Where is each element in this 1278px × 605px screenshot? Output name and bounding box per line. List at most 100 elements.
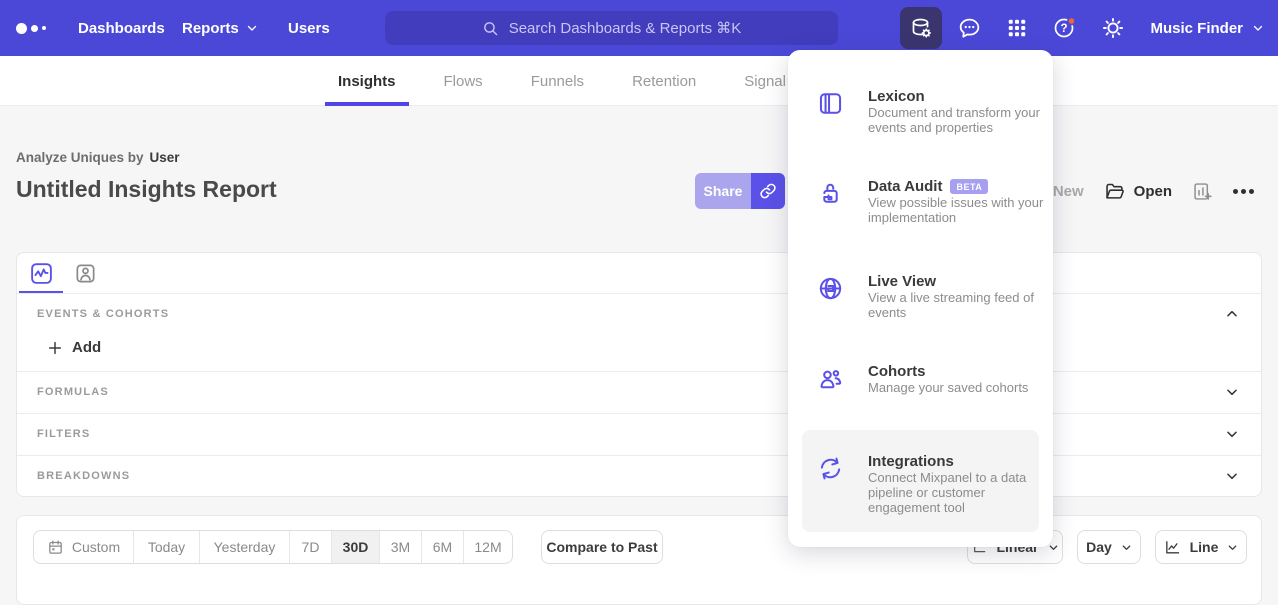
section-label: FILTERS bbox=[37, 428, 90, 440]
range-30d[interactable]: 30D bbox=[332, 531, 380, 563]
tab-flows[interactable]: Flows bbox=[431, 56, 496, 106]
data-apps-dropdown: Lexicon Document and transform your even… bbox=[788, 50, 1053, 547]
lexicon-book-icon bbox=[817, 90, 844, 117]
help-icon: ? bbox=[1052, 15, 1078, 41]
tab-insights-label: Insights bbox=[338, 73, 396, 90]
section-label: EVENTS & COHORTS bbox=[37, 308, 169, 320]
range-custom-label: Custom bbox=[72, 539, 120, 555]
nav-dashboards-label: Dashboards bbox=[78, 20, 165, 37]
open-label: Open bbox=[1134, 183, 1172, 200]
menu-item-title: Cohorts bbox=[868, 363, 926, 380]
range-custom[interactable]: Custom bbox=[34, 531, 134, 563]
line-chart-icon bbox=[1164, 539, 1181, 556]
menu-item-lexicon[interactable]: Lexicon Document and transform your even… bbox=[788, 88, 1053, 168]
range-6m[interactable]: 6M bbox=[422, 531, 464, 563]
tab-insights[interactable]: Insights bbox=[325, 56, 409, 106]
tab-flows-label: Flows bbox=[444, 73, 483, 90]
tab-retention[interactable]: Retention bbox=[619, 56, 709, 106]
date-range-segmented-control: Custom Today Yesterday 7D 30D 3M 6M 12M bbox=[33, 530, 513, 564]
chevron-down-icon bbox=[1252, 22, 1264, 34]
interval-label: Day bbox=[1086, 539, 1112, 555]
range-yesterday[interactable]: Yesterday bbox=[200, 531, 290, 563]
range-7d-label: 7D bbox=[302, 539, 320, 555]
chevron-up-icon bbox=[1225, 307, 1239, 321]
settings-button[interactable] bbox=[1092, 7, 1134, 49]
report-subtitle: Analyze Uniques byUser bbox=[16, 150, 180, 165]
share-button[interactable]: Share bbox=[695, 173, 751, 209]
database-gear-icon bbox=[909, 16, 933, 40]
tab-retention-label: Retention bbox=[632, 73, 696, 90]
menu-item-title: Lexicon bbox=[868, 88, 925, 105]
section-formulas[interactable]: FORMULAS bbox=[17, 371, 1261, 413]
report-title[interactable]: Untitled Insights Report bbox=[16, 176, 277, 203]
tab-events-view[interactable] bbox=[19, 253, 63, 293]
plus-icon bbox=[47, 340, 63, 356]
section-filters[interactable]: FILTERS bbox=[17, 413, 1261, 455]
project-switcher[interactable]: Music Finder bbox=[1150, 20, 1264, 37]
project-name: Music Finder bbox=[1150, 20, 1243, 37]
chart-plus-icon bbox=[1192, 181, 1213, 202]
nav-reports[interactable]: Reports bbox=[182, 0, 258, 56]
help-button[interactable]: ? bbox=[1044, 7, 1086, 49]
range-today[interactable]: Today bbox=[134, 531, 200, 563]
chevron-down-icon bbox=[246, 22, 258, 34]
menu-item-description: View possible issues with your implement… bbox=[868, 195, 1054, 225]
link-icon bbox=[759, 182, 777, 200]
search-input[interactable]: Search Dashboards & Reports ⌘K bbox=[385, 11, 838, 45]
subtitle-value[interactable]: User bbox=[150, 150, 180, 165]
copy-link-button[interactable] bbox=[751, 173, 785, 209]
cohorts-people-icon bbox=[817, 365, 844, 392]
chart-type-dropdown[interactable]: Line bbox=[1155, 530, 1247, 564]
range-12m[interactable]: 12M bbox=[464, 531, 512, 563]
chart-toolbar-card: Custom Today Yesterday 7D 30D 3M 6M 12M … bbox=[16, 515, 1262, 605]
chevron-down-icon bbox=[1227, 542, 1238, 553]
chart-type-label: Line bbox=[1190, 539, 1219, 555]
add-to-dashboard-button[interactable] bbox=[1192, 181, 1213, 202]
search-placeholder: Search Dashboards & Reports ⌘K bbox=[509, 19, 742, 37]
compare-to-past-button[interactable]: Compare to Past bbox=[541, 530, 663, 564]
open-report-button[interactable]: Open bbox=[1104, 181, 1172, 202]
grid-icon bbox=[1006, 17, 1028, 39]
chevron-down-icon bbox=[1225, 385, 1239, 399]
query-builder-card: EVENTS & COHORTS Add FORMULAS FILTERS BR… bbox=[16, 252, 1262, 497]
section-events-cohorts[interactable]: EVENTS & COHORTS bbox=[17, 293, 1261, 335]
menu-item-live-view[interactable]: Live View View a live streaming feed of … bbox=[788, 273, 1053, 353]
section-breakdowns[interactable]: BREAKDOWNS bbox=[17, 455, 1261, 497]
search-icon bbox=[482, 20, 499, 37]
integrations-sync-icon bbox=[817, 455, 844, 482]
more-options-button[interactable] bbox=[1233, 189, 1254, 194]
data-audit-lock-icon bbox=[817, 180, 844, 207]
feedback-button[interactable] bbox=[948, 7, 990, 49]
range-12m-label: 12M bbox=[474, 539, 501, 555]
live-view-globe-icon bbox=[817, 275, 844, 302]
range-today-label: Today bbox=[148, 539, 185, 555]
range-3m[interactable]: 3M bbox=[380, 531, 422, 563]
tab-signal-label: Signal bbox=[744, 73, 786, 90]
report-tabs-bar: Insights Flows Funnels Retention Signal … bbox=[0, 56, 1278, 106]
nav-dashboards[interactable]: Dashboards bbox=[78, 0, 165, 56]
tab-funnels[interactable]: Funnels bbox=[518, 56, 597, 106]
svg-text:?: ? bbox=[1061, 23, 1068, 35]
tab-profiles-view[interactable] bbox=[63, 253, 107, 293]
new-report-button[interactable]: New bbox=[1053, 183, 1084, 200]
compare-label: Compare to Past bbox=[546, 539, 657, 555]
apps-grid-button[interactable] bbox=[996, 7, 1038, 49]
nav-users[interactable]: Users bbox=[288, 0, 330, 56]
calendar-icon bbox=[47, 539, 64, 556]
data-apps-button[interactable] bbox=[900, 7, 942, 49]
interval-dropdown[interactable]: Day bbox=[1077, 530, 1141, 564]
range-yesterday-label: Yesterday bbox=[214, 539, 276, 555]
range-7d[interactable]: 7D bbox=[290, 531, 332, 563]
tab-funnels-label: Funnels bbox=[531, 73, 584, 90]
menu-item-integrations[interactable]: Integrations Connect Mixpanel to a data … bbox=[788, 453, 1053, 528]
nav-users-label: Users bbox=[288, 20, 330, 37]
menu-item-title: Data Audit bbox=[868, 178, 942, 195]
mixpanel-logo-icon[interactable] bbox=[16, 21, 56, 35]
beta-badge: BETA bbox=[950, 179, 988, 194]
menu-item-data-audit[interactable]: Data Audit BETA View possible issues wit… bbox=[788, 178, 1053, 263]
add-event-button[interactable]: Add bbox=[47, 339, 101, 356]
chat-bubble-icon bbox=[957, 16, 982, 41]
menu-item-title: Integrations bbox=[868, 453, 954, 470]
menu-item-cohorts[interactable]: Cohorts Manage your saved cohorts bbox=[788, 363, 1053, 428]
range-3m-label: 3M bbox=[391, 539, 410, 555]
